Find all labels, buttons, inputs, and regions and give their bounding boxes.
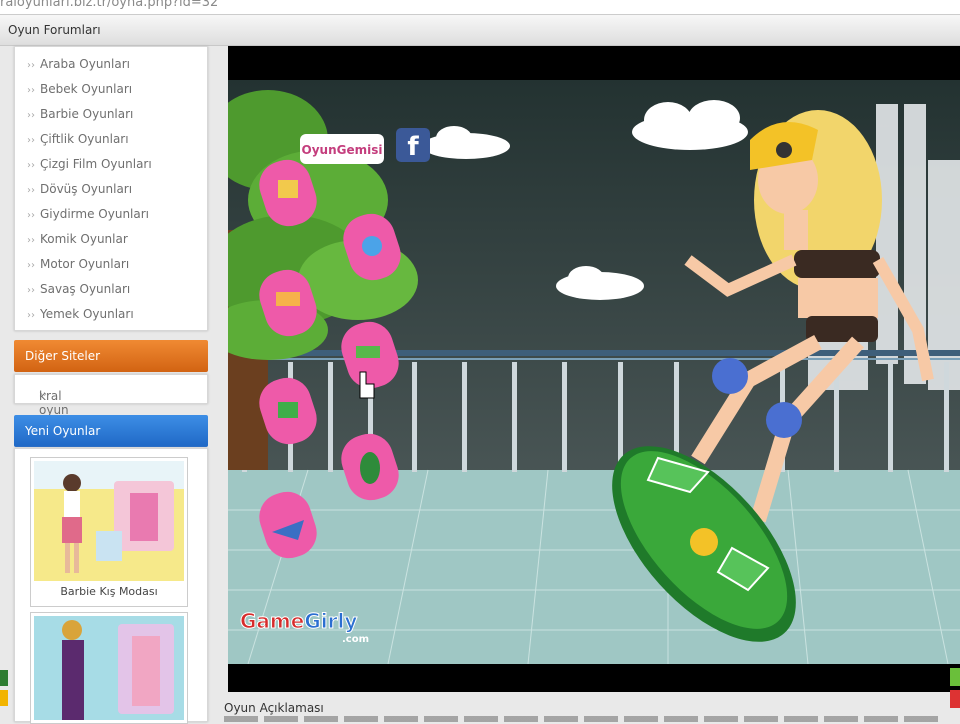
gamegirly-logo-com: .com <box>342 634 369 645</box>
category-item[interactable]: ›› Savaş Oyunları <box>27 282 130 296</box>
oyungemisi-logo-text: OyunGemisi <box>302 143 383 157</box>
chevron-right-icon: ›› <box>27 210 35 221</box>
chevron-right-icon: ›› <box>27 185 35 196</box>
category-item[interactable]: ›› Barbie Oyunları <box>27 107 133 121</box>
new-game-card[interactable] <box>30 612 188 724</box>
chevron-right-icon: ›› <box>27 310 35 321</box>
top-navigation: Oyun Forumları <box>0 15 960 46</box>
chevron-right-icon: ›› <box>27 85 35 96</box>
oyungemisi-logo[interactable]: OyunGemisi <box>300 134 384 164</box>
game-frame[interactable]: OyunGemisi f GameGirly .com <box>228 46 960 692</box>
scroll-indicator-icon <box>0 670 8 706</box>
chevron-right-icon: ›› <box>27 260 35 271</box>
game-description-text-line <box>224 716 944 722</box>
game-title: Barbie Kış Modası <box>60 585 158 598</box>
category-item[interactable]: ›› Motor Oyunları <box>27 257 129 271</box>
new-game-card[interactable]: Barbie Kış Modası <box>30 457 188 607</box>
category-list: ›› Araba Oyunları ›› Bebek Oyunları ›› Barb… <box>14 46 208 331</box>
facebook-icon-glyph: f <box>407 132 419 162</box>
chevron-right-icon: ›› <box>27 235 35 246</box>
category-item[interactable]: ›› Giydirme Oyunları <box>27 207 149 221</box>
category-item[interactable]: ›› Bebek Oyunları <box>27 82 132 96</box>
side-widget-icon[interactable] <box>950 668 960 708</box>
category-item[interactable]: ›› Çizgi Film Oyunları <box>27 157 152 171</box>
category-item[interactable]: ›› Yemek Oyunları <box>27 307 134 321</box>
chevron-right-icon: ›› <box>27 110 35 121</box>
chevron-right-icon: ›› <box>27 135 35 146</box>
svg-text:GameGirly: GameGirly <box>240 609 357 633</box>
category-item[interactable]: ›› Çiftlik Oyunları <box>27 132 129 146</box>
other-sites-header: Diğer Siteler <box>14 340 208 372</box>
chevron-right-icon: ›› <box>27 285 35 296</box>
gamegirly-logo-game: Game <box>240 609 304 633</box>
other-sites-list: ›› kral oyun <box>14 374 208 417</box>
category-item[interactable]: ›› Dövüş Oyunları <box>27 182 132 196</box>
chevron-right-icon: ›› <box>27 160 35 171</box>
category-item[interactable]: ›› Komik Oyunlar <box>27 232 128 246</box>
address-bar[interactable]: raloyunlari.biz.tr/oyna.php?id=32 <box>0 0 960 15</box>
game-description-title: Oyun Açıklaması <box>224 701 324 715</box>
new-games-list: Barbie Kış Modası <box>14 448 208 724</box>
new-games-header: Yeni Oyunlar <box>14 415 208 447</box>
chevron-right-icon: ›› <box>27 60 35 71</box>
nav-link-oyun-forumlari[interactable]: Oyun Forumları <box>8 23 101 37</box>
floor <box>228 470 960 664</box>
game-scene[interactable]: OyunGemisi f GameGirly .com <box>228 80 960 664</box>
left-sidebar: ›› Araba Oyunları ›› Bebek Oyunları ›› Barb… <box>14 46 208 724</box>
category-item[interactable]: ›› Araba Oyunları <box>27 57 130 71</box>
gamegirly-logo-girly: Girly <box>304 609 357 633</box>
url-text: raloyunlari.biz.tr/oyna.php?id=32 <box>0 0 219 10</box>
game-thumbnail <box>34 461 184 581</box>
game-thumbnail <box>34 616 184 720</box>
facebook-icon[interactable]: f <box>396 128 430 162</box>
